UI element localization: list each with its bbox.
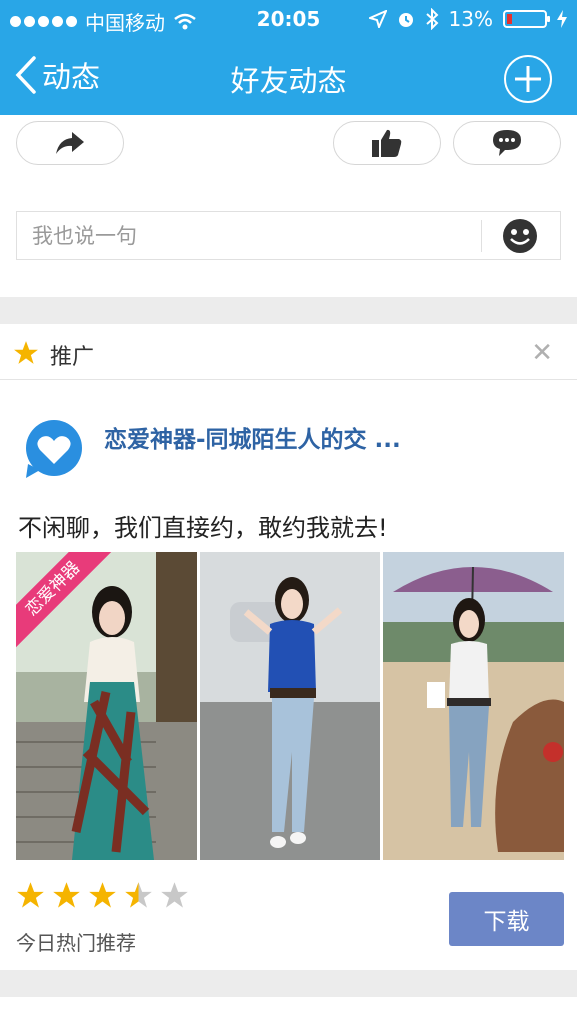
star-full-icon [89,882,116,908]
comment-button[interactable] [453,121,561,165]
star-icon [14,341,38,364]
like-button[interactable] [333,121,441,165]
charging-icon [557,10,567,28]
speech-bubble-icon [493,130,521,156]
status-bar: 中国移动 20:05 13% [0,0,577,38]
heart-chat-icon [26,420,82,478]
page-title: 好友动态 [230,64,347,98]
plus-icon [515,66,541,92]
promo-label: 推广 [50,345,95,370]
navigation-bar: 动态 好友动态 [0,38,577,115]
close-icon[interactable]: ✕ [531,338,553,368]
divider [481,220,482,252]
battery-percent: 13% [448,7,493,31]
bluetooth-icon [425,8,438,30]
promo-photo-3[interactable] [383,552,564,860]
share-arrow-icon [56,132,84,154]
star-full-icon [53,882,80,908]
next-card [0,997,577,1024]
rating-stars [16,881,189,910]
promo-card: 推广 ✕ 恋爱神器-同城陌生人的交 ... 不闲聊，我们直接约，敢约我就去! 恋… [0,324,577,970]
battery-icon [503,10,550,28]
app-row[interactable]: 恋爱神器-同城陌生人的交 ... [0,404,577,484]
share-button[interactable] [16,121,124,165]
promo-slogan: 不闲聊，我们直接约，敢约我就去! [18,514,388,542]
star-full-icon [17,882,44,908]
thumbs-up-icon [372,129,402,157]
alarm-icon [398,13,413,27]
post-card [0,115,577,297]
promo-header: 推广 ✕ [0,324,577,380]
download-button[interactable]: 下载 [449,892,564,946]
location-arrow-icon [368,10,387,28]
top-bar: 中国移动 20:05 13% 动态 好友动态 [0,0,577,115]
app-name: 恋爱神器-同城陌生人的交 ... [104,427,401,453]
promo-photo-2[interactable] [200,552,380,860]
comment-input[interactable] [17,212,481,259]
comment-box [16,211,561,260]
star-empty-icon [161,882,188,908]
star-half-icon [125,882,152,908]
add-button[interactable] [504,55,552,103]
promo-photo-1[interactable]: 恋爱神器 [16,552,197,860]
hot-recommend-label: 今日热门推荐 [16,931,136,955]
emoji-icon[interactable] [502,218,538,254]
